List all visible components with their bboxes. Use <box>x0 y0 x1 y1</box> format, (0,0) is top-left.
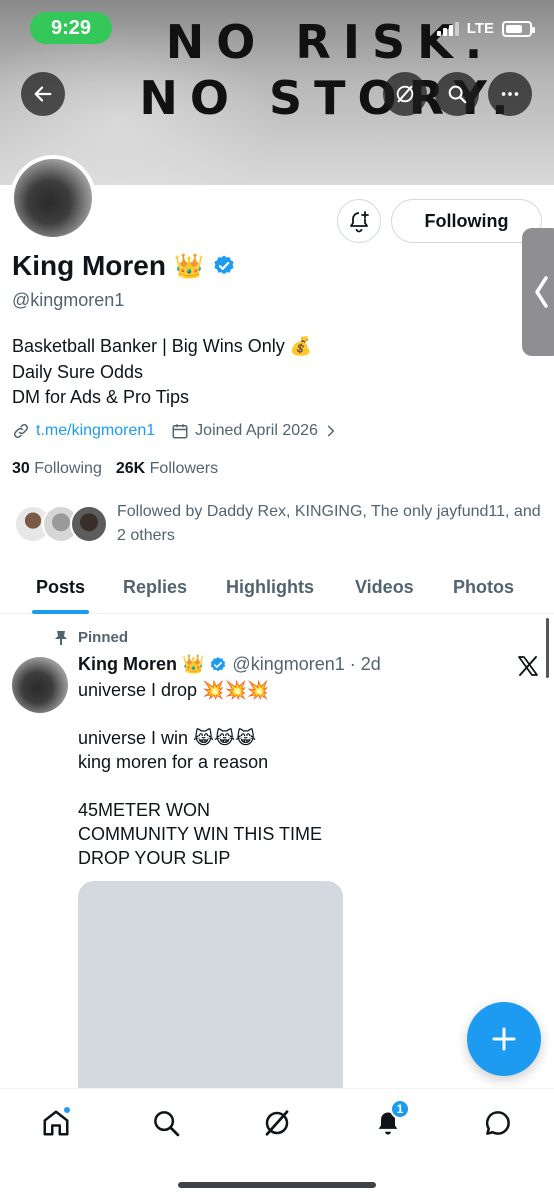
followed-by-avatars[interactable] <box>14 505 114 545</box>
profile-name-text: King Moren <box>12 250 166 281</box>
grok-icon <box>265 1110 289 1136</box>
back-button[interactable] <box>21 72 65 116</box>
scrollbar[interactable] <box>546 618 549 678</box>
search-icon <box>154 1111 180 1137</box>
post-header: King Moren 👑 @kingmoren1 · 2d <box>78 654 381 675</box>
nav-home[interactable] <box>36 1105 76 1141</box>
nav-search[interactable] <box>146 1105 186 1141</box>
more-button[interactable] <box>488 72 532 116</box>
notifications-badge: 1 <box>390 1099 410 1119</box>
crown-emoji: 👑 <box>174 252 204 280</box>
chevron-right-icon[interactable] <box>324 424 338 438</box>
plus-icon <box>492 1027 516 1051</box>
pinned-text: Pinned <box>78 629 129 646</box>
tab-replies[interactable]: Replies <box>123 560 187 614</box>
following-count[interactable]: 30 Following <box>12 460 102 478</box>
profile-bio: Basketball Banker | Big Wins Only 💰 Dail… <box>12 334 312 411</box>
status-time: 9:29 <box>30 12 112 44</box>
arrow-left-icon <box>34 86 52 102</box>
link-icon <box>13 423 29 439</box>
profile-link-text[interactable]: t.me/kingmoren1 <box>36 422 155 440</box>
tab-photos[interactable]: Photos <box>453 560 514 614</box>
bell-plus-icon <box>350 211 369 233</box>
grok-icon <box>396 85 414 103</box>
compose-button[interactable] <box>467 1002 541 1076</box>
tab-highlights[interactable]: Highlights <box>226 560 314 614</box>
home-indicator[interactable] <box>178 1182 376 1188</box>
x-logo-icon[interactable] <box>516 654 540 678</box>
profile-link[interactable]: t.me/kingmoren1 <box>12 422 155 440</box>
post-author-handle: @kingmoren1 <box>232 654 345 674</box>
grok-button[interactable] <box>383 72 427 116</box>
avatar <box>70 505 108 543</box>
profile-meta: t.me/kingmoren1 Joined April 2026 <box>12 422 338 440</box>
signal-icon <box>436 21 459 36</box>
crown-emoji: 👑 <box>182 654 205 674</box>
post-time: 2d <box>360 654 381 674</box>
tab-posts[interactable]: Posts <box>31 560 90 614</box>
pinned-label: Pinned <box>54 629 128 646</box>
following-button[interactable]: Following <box>391 199 542 243</box>
nav-messages[interactable] <box>478 1105 518 1141</box>
message-icon <box>485 1111 510 1135</box>
search-icon <box>448 85 467 104</box>
battery-icon <box>502 20 535 37</box>
bio-line: Basketball Banker | Big Wins Only 💰 <box>12 336 313 356</box>
more-icon <box>501 92 519 96</box>
profile-avatar[interactable] <box>10 155 96 241</box>
followed-by-text[interactable]: Followed by Daddy Rex, KINGING, The only… <box>117 500 547 548</box>
follow-counts: 30 Following 26K Followers <box>12 460 218 478</box>
pin-icon <box>55 630 67 645</box>
status-indicators: LTE <box>436 20 535 37</box>
notify-button[interactable] <box>337 199 381 243</box>
profile-handle: @kingmoren1 <box>12 290 125 310</box>
network-label: LTE <box>466 20 494 37</box>
joined-date: Joined April 2026 <box>171 422 338 440</box>
nav-notifications[interactable]: 1 <box>368 1099 410 1141</box>
post-author-avatar[interactable] <box>12 657 68 713</box>
calendar-icon <box>172 424 188 439</box>
chevron-left-icon <box>535 276 548 308</box>
post-media[interactable] <box>78 881 343 1111</box>
search-button[interactable] <box>435 72 479 116</box>
new-content-dot <box>62 1105 72 1115</box>
post-text: universe I drop 💥💥💥 universe I win 😹😹😹 k… <box>78 680 323 868</box>
followers-count[interactable]: 26K Followers <box>116 460 218 478</box>
separator-dot: · <box>349 654 356 674</box>
post-author-name[interactable]: King Moren <box>78 654 177 675</box>
side-panel-handle[interactable] <box>522 228 554 356</box>
bio-line: Daily Sure Odds <box>12 361 144 382</box>
profile-name: King Moren 👑 <box>12 250 236 282</box>
verified-badge-icon <box>211 656 226 671</box>
joined-text: Joined April 2026 <box>195 422 318 439</box>
nav-grok[interactable] <box>257 1105 297 1141</box>
tab-videos[interactable]: Videos <box>355 560 414 614</box>
bio-line: DM for Ads & Pro Tips <box>12 387 190 407</box>
verified-badge-icon <box>214 255 234 275</box>
profile-tabs: Posts Replies Highlights Videos Photos <box>0 560 554 614</box>
